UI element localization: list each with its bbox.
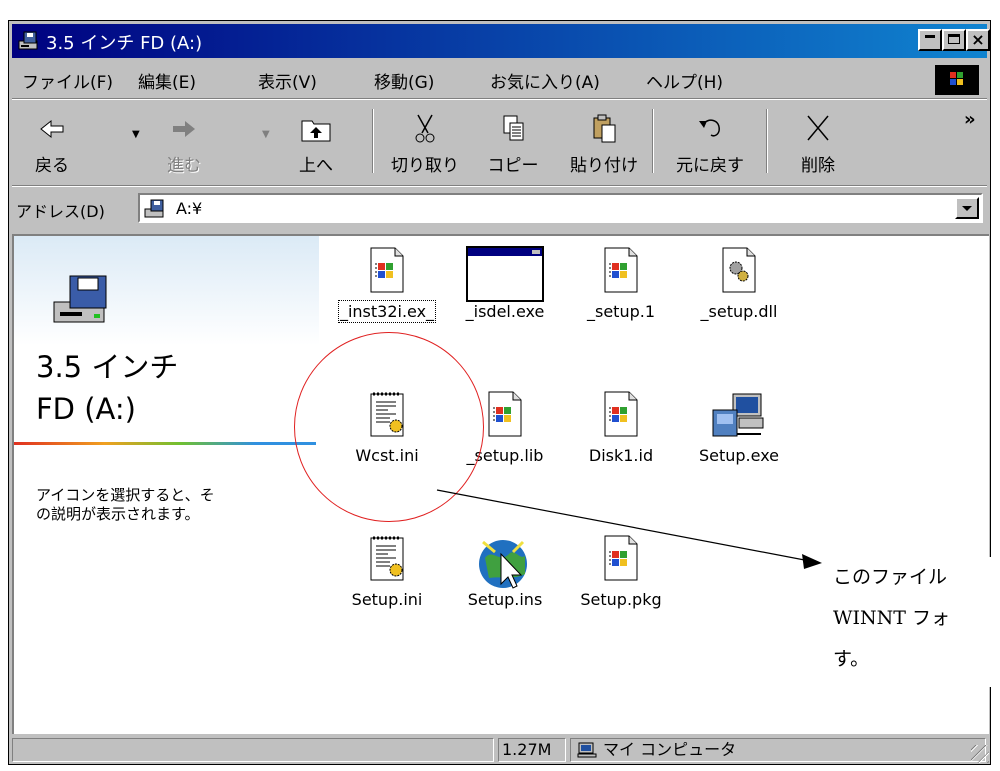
menu-go[interactable]: 移動(G) xyxy=(374,68,434,93)
paste-clipboard-icon xyxy=(593,114,616,143)
floppy-drive-icon xyxy=(18,31,38,50)
file-name: Setup.pkg xyxy=(580,590,662,609)
status-zone: マイ コンピュータ xyxy=(570,738,986,762)
drive-title: 3.5 インチ FD (A:) xyxy=(36,350,179,426)
file-name: _inst32i.ex_ xyxy=(337,300,437,323)
address-input[interactable]: A:¥ xyxy=(138,193,983,223)
rainbow-divider xyxy=(14,442,316,445)
annotation-note: このファイル WINNT フォ す。 xyxy=(833,557,1000,687)
install-script-globe-icon xyxy=(475,534,535,594)
floppy-drive-large-icon xyxy=(53,275,107,323)
window-app-icon xyxy=(466,246,544,302)
paste-button[interactable]: 貼り付け xyxy=(560,101,648,181)
delete-x-icon xyxy=(807,115,829,141)
back-dropdown-icon[interactable]: ▼ xyxy=(132,129,140,140)
menu-separator xyxy=(12,98,987,100)
forward-arrow-icon xyxy=(173,121,195,137)
file-item[interactable]: Setup.ins xyxy=(450,534,560,654)
file-item[interactable]: Setup.ini xyxy=(332,534,442,654)
address-value: A:¥ xyxy=(176,199,203,218)
copy-button[interactable]: コピー xyxy=(478,101,548,181)
up-button[interactable]: 上へ xyxy=(284,101,348,181)
window-title: 3.5 インチ FD (A:) xyxy=(46,33,203,54)
file-item[interactable]: Setup.pkg xyxy=(566,534,676,654)
setup-package-icon xyxy=(599,534,643,584)
toolbar-separator xyxy=(652,109,654,173)
file-name: Setup.ini xyxy=(351,590,423,609)
up-folder-icon xyxy=(301,120,331,142)
status-pane-main xyxy=(12,738,494,762)
file-item[interactable]: Disk1.id xyxy=(566,390,676,510)
file-name: _isdel.exe xyxy=(465,302,545,321)
close-button[interactable]: × xyxy=(966,29,990,51)
copy-icon xyxy=(503,115,524,141)
setup-package-icon xyxy=(483,390,527,440)
minimize-button[interactable] xyxy=(918,29,942,51)
menu-file[interactable]: ファイル(F) xyxy=(22,68,113,93)
maximize-button[interactable] xyxy=(942,29,966,51)
file-name: _setup.1 xyxy=(586,302,655,321)
file-item[interactable]: _setup.dll xyxy=(684,246,794,366)
file-name: Setup.exe xyxy=(698,446,780,465)
address-label: アドレス(D) xyxy=(16,202,105,221)
dll-gear-icon xyxy=(717,246,761,296)
back-arrow-icon xyxy=(40,119,64,139)
setup-package-icon xyxy=(599,246,643,296)
toolbar-separator-bottom xyxy=(12,185,987,187)
resize-grip[interactable] xyxy=(971,745,989,763)
menu-view[interactable]: 表示(V) xyxy=(258,68,317,93)
file-name: _setup.dll xyxy=(700,302,778,321)
highlight-circle xyxy=(294,332,484,522)
setup-computer-icon xyxy=(709,390,769,444)
file-name: Disk1.id xyxy=(588,446,654,465)
undo-icon xyxy=(699,119,720,137)
address-bar: アドレス(D) A:¥ xyxy=(12,189,987,227)
floppy-drive-icon xyxy=(144,199,164,218)
address-dropdown-button[interactable] xyxy=(955,197,979,219)
title-bar[interactable]: 3.5 インチ FD (A:) × xyxy=(12,24,990,58)
chevron-down-icon xyxy=(962,206,972,211)
webview-info-pane: 3.5 インチ FD (A:) アイコンを選択すると、そ の説明が表示されます。 xyxy=(14,236,319,734)
cut-button[interactable]: 切り取り xyxy=(384,101,466,181)
file-item[interactable]: _setup.1 xyxy=(566,246,676,366)
my-computer-icon xyxy=(577,742,597,758)
forward-button[interactable]: 進む xyxy=(152,101,216,181)
menu-favorites[interactable]: お気に入り(A) xyxy=(490,68,600,93)
back-button[interactable]: 戻る xyxy=(20,101,84,181)
setup-package-icon xyxy=(365,246,409,296)
menu-bar: ファイル(F) 編集(E) 表示(V) 移動(G) お気に入り(A) ヘルプ(H… xyxy=(12,61,987,97)
forward-dropdown-icon[interactable]: ▼ xyxy=(262,129,270,140)
setup-package-icon xyxy=(599,390,643,440)
menu-edit[interactable]: 編集(E) xyxy=(138,68,196,93)
status-bar: 1.27M マイ コンピュータ xyxy=(12,736,989,763)
standard-toolbar: 戻る ▼ 進む ▼ 上へ 切り取り コピー 貼り付け 元に戻す 削除 » xyxy=(12,101,987,183)
file-name: Setup.ins xyxy=(467,590,543,609)
ini-settings-icon xyxy=(365,534,409,584)
status-size: 1.27M xyxy=(498,738,566,762)
toolbar-separator xyxy=(766,109,768,173)
menu-help[interactable]: ヘルプ(H) xyxy=(646,68,723,93)
file-item[interactable]: _isdel.exe xyxy=(450,246,560,366)
windows-logo-icon xyxy=(935,65,979,95)
toolbar-separator xyxy=(372,109,374,173)
toolbar-more-chevron[interactable]: » xyxy=(964,109,976,130)
delete-button[interactable]: 削除 xyxy=(778,101,858,181)
undo-button[interactable]: 元に戻す xyxy=(664,101,756,181)
selection-description: アイコンを選択すると、そ の説明が表示されます。 xyxy=(36,486,215,523)
scissors-icon xyxy=(415,114,435,143)
file-item[interactable]: Setup.exe xyxy=(684,390,794,510)
